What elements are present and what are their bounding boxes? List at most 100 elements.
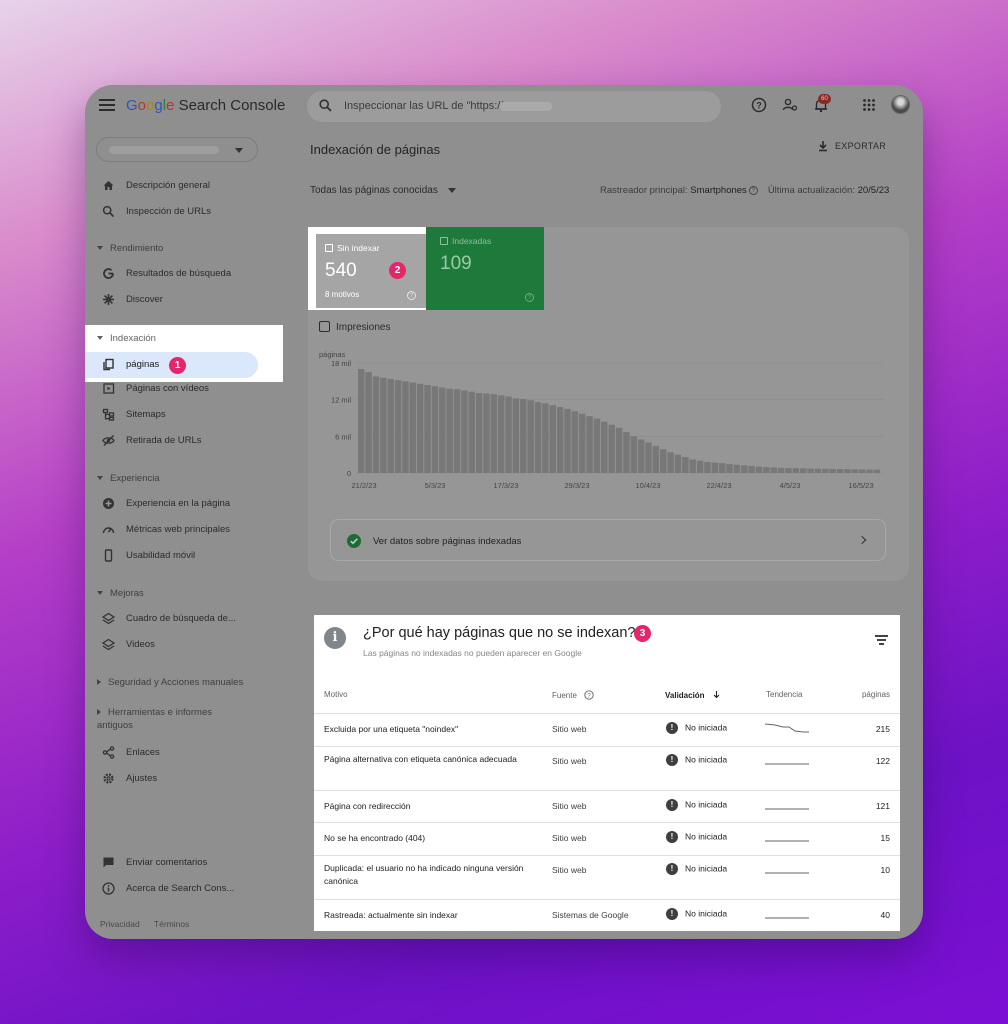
help-icon[interactable]: ? <box>407 291 416 300</box>
visibility-off-icon <box>102 435 115 446</box>
table-row[interactable]: Excluida por una etiqueta "noindex" Sitio… <box>314 713 900 746</box>
logo-letter: G <box>126 97 138 114</box>
sidebar-item-mobile-usability[interactable]: Usabilidad móvil <box>85 545 300 567</box>
table-row[interactable]: Página alternativa con etiqueta canónica… <box>314 746 900 790</box>
help-icon[interactable]: ? <box>751 97 767 113</box>
chevron-down-icon <box>235 148 243 153</box>
y-tick-label: 18 mil <box>331 359 351 368</box>
search-console-window: Google Search Console Inspeccionar las U… <box>85 85 923 939</box>
impressions-toggle[interactable]: Impresiones <box>319 321 390 333</box>
sidebar-item-about[interactable]: Acerca de Search Cons... <box>85 878 300 900</box>
terms-link[interactable]: Términos <box>154 919 189 929</box>
column-header-pages[interactable]: páginas <box>862 690 890 699</box>
trend-sparkline <box>765 763 809 765</box>
sidebar-item-label: Ajustes <box>126 773 158 784</box>
export-button[interactable]: EXPORTAR <box>819 141 886 152</box>
privacy-link[interactable]: Privacidad <box>100 919 140 929</box>
section-header-legacy-tools[interactable]: Herramientas e informes antiguos <box>97 706 237 732</box>
sidebar-item-page-experience[interactable]: Experiencia en la página <box>85 493 300 515</box>
reason-cell: Página alternativa con etiqueta canónica… <box>324 754 517 764</box>
menu-icon[interactable] <box>99 99 115 111</box>
video-pages-icon <box>103 383 115 394</box>
indexed-tile[interactable]: Indexadas 109 ? <box>426 227 544 310</box>
help-icon[interactable]: ? <box>748 185 758 195</box>
indexed-count: 109 <box>440 253 472 274</box>
table-row[interactable]: Rastreada: actualmente sin indexar Sistem… <box>314 899 900 932</box>
chart-bar <box>409 382 417 473</box>
chart-bar <box>858 469 866 473</box>
chart-bar <box>520 399 527 473</box>
sidebar-item-label: Videos <box>126 639 155 650</box>
column-header-validation-text: Validación <box>665 691 705 700</box>
error-icon: ! <box>666 831 678 843</box>
view-indexed-pages-link[interactable]: Ver datos sobre páginas indexadas <box>330 519 886 561</box>
section-title: Seguridad y Acciones manuales <box>108 677 244 688</box>
annotation-badge-3: 3 <box>634 625 651 642</box>
reason-cell: Rastreada: actualmente sin indexar <box>324 910 458 920</box>
sidebar-item-video-pages[interactable]: Páginas con vídeos <box>85 378 300 400</box>
view-indexed-label: Ver datos sobre páginas indexadas <box>373 536 522 547</box>
section-header-performance[interactable]: Rendimiento <box>97 243 163 254</box>
chart-bar <box>667 452 674 473</box>
url-inspection-search[interactable]: Inspeccionar las URL de "https:// <box>307 91 721 122</box>
column-header-reason[interactable]: Motivo <box>324 690 348 699</box>
source-cell: Sitio web <box>552 724 587 734</box>
search-icon <box>319 99 332 112</box>
speed-icon <box>102 527 115 534</box>
sidebar-item-core-web-vitals[interactable]: Métricas web principales <box>85 519 300 541</box>
asterisk-icon <box>103 294 114 305</box>
logo-letter: g <box>154 97 163 114</box>
table-row[interactable]: Página con redirección Sitio web! No inici… <box>314 790 900 822</box>
not-indexed-tile[interactable]: Sin indexar 540 8 motivos ? 2 <box>316 234 426 308</box>
reason-cell: Duplicada: el usuario no ha indicado nin… <box>324 863 524 886</box>
sidebar-item-links[interactable]: Enlaces <box>85 742 300 764</box>
top-bar: Google Search Console Inspeccionar las U… <box>85 85 923 129</box>
chart-bar <box>777 467 785 473</box>
sidebar-item-videos[interactable]: Videos <box>85 634 300 656</box>
sidebar-item-url-inspection[interactable]: Inspección de URLs <box>85 201 300 223</box>
filter-icon[interactable] <box>875 635 888 647</box>
table-row[interactable]: Duplicada: el usuario no ha indicado nin… <box>314 855 900 899</box>
section-header-security[interactable]: Seguridad y Acciones manuales <box>97 677 243 688</box>
apps-grid-icon[interactable] <box>861 97 877 113</box>
x-tick-label: 4/5/23 <box>780 481 801 490</box>
column-header-source[interactable]: Fuente ? <box>552 690 594 700</box>
section-header-indexing[interactable]: Indexación <box>97 333 156 344</box>
section-title: Rendimiento <box>110 243 164 254</box>
section-header-experience[interactable]: Experiencia <box>97 473 160 484</box>
table-row[interactable]: No se ha encontrado (404) Sitio web! No in… <box>314 822 900 855</box>
chevron-down-icon <box>97 336 103 341</box>
help-icon[interactable]: ? <box>584 690 594 700</box>
help-icon[interactable]: ? <box>525 293 534 302</box>
sidebar-item-sitelinks-searchbox[interactable]: Cuadro de búsqueda de... <box>85 608 300 630</box>
search-console-logo[interactable]: Google Search Console <box>126 97 285 114</box>
sidebar-item-search-results[interactable]: Resultados de búsqueda <box>85 263 300 285</box>
y-tick-label: 0 <box>347 469 351 478</box>
chart-bar <box>682 457 689 473</box>
chevron-down-icon <box>97 591 103 596</box>
chevron-down-icon <box>447 187 456 193</box>
layers-icon <box>102 612 115 625</box>
sidebar-item-sitemaps[interactable]: Sitemaps <box>85 404 300 426</box>
sidebar-item-pages[interactable]: páginas 1 <box>85 352 258 378</box>
sidebar-item-url-removal[interactable]: Retirada de URLs <box>85 430 300 452</box>
chart-bar <box>571 411 579 473</box>
property-selector[interactable] <box>96 137 258 162</box>
reasons-title-text: ¿Por qué hay páginas que no se indexan? <box>363 625 636 641</box>
account-avatar[interactable] <box>891 95 910 114</box>
reason-cell: No se ha encontrado (404) <box>324 833 426 843</box>
chart-bar <box>689 459 696 473</box>
annotation-badge-1: 1 <box>169 357 186 374</box>
sort-arrow-down-icon <box>713 691 720 699</box>
section-header-enhancements[interactable]: Mejoras <box>97 588 144 599</box>
sidebar-item-overview[interactable]: Descripción general <box>85 175 300 197</box>
manage-users-icon[interactable] <box>782 97 798 113</box>
sitemap-icon <box>102 408 115 421</box>
pages-filter-dropdown[interactable]: Todas las páginas conocidas <box>310 185 456 196</box>
sidebar-item-send-feedback[interactable]: Enviar comentarios <box>85 852 300 874</box>
sidebar-item-settings[interactable]: Ajustes <box>85 768 300 790</box>
sidebar-item-discover[interactable]: Discover <box>85 289 300 311</box>
reasons-subtitle: Las páginas no indexadas no pueden apare… <box>363 648 582 658</box>
column-header-validation[interactable]: Validación <box>665 690 721 700</box>
chart-bar <box>461 390 468 473</box>
